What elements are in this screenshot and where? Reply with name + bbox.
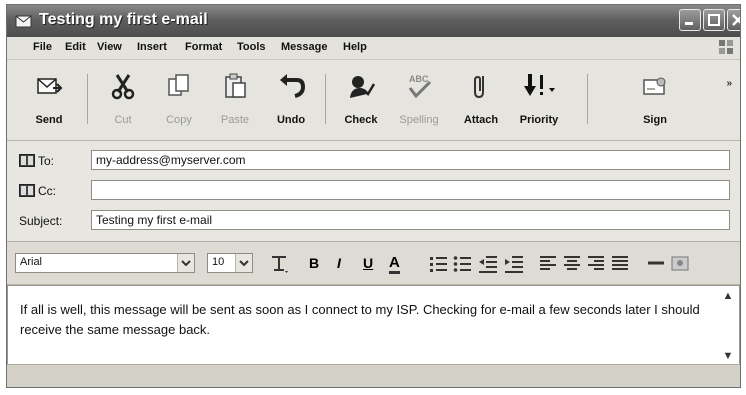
send-button[interactable]: Send [21,68,77,134]
priority-button[interactable]: Priority [511,68,567,134]
scissors-icon [109,72,137,105]
cc-row: Cc: [7,180,740,202]
subject-row: Subject: Testing my first e-mail [7,210,740,232]
menu-message[interactable]: Message [281,41,327,53]
bulleted-list-icon[interactable] [453,254,473,279]
underline-button[interactable]: U [363,255,373,271]
envelope-icon [15,13,33,29]
decrease-indent-icon[interactable] [477,254,499,279]
check-button[interactable]: Check [333,68,389,134]
digital-sign-icon [641,72,669,105]
toolbar: Send Cut Copy Paste Undo Check ABC Spell… [7,60,740,141]
menu-bar: File Edit View Insert Format Tools Messa… [7,37,740,60]
cut-button[interactable]: Cut [95,68,151,134]
chevron-down-icon [235,254,252,272]
spelling-button[interactable]: ABC Spelling [391,68,447,134]
subject-field[interactable]: Testing my first e-mail [91,210,730,230]
close-button[interactable] [727,9,740,31]
message-body-text: If all is well, this message will be sen… [20,302,700,337]
font-select[interactable]: Arial [15,253,195,273]
undo-button[interactable]: Undo [263,68,319,134]
align-left-icon[interactable] [539,254,557,277]
toolbar-overflow-icon[interactable]: » [726,78,732,89]
to-button[interactable]: To: [19,154,54,170]
chevron-down-icon [177,254,194,272]
sign-button[interactable]: Sign [627,68,683,134]
paste-button[interactable]: Paste [207,68,263,134]
font-color-button[interactable]: A [389,254,400,274]
formatting-bar: Arial 10 B I U A [7,242,740,285]
numbered-list-icon[interactable] [429,254,449,279]
horizontal-line-icon[interactable] [647,254,665,277]
cc-field[interactable] [91,180,730,200]
minimize-button[interactable] [679,9,701,31]
windows-logo-icon [718,39,734,60]
compose-window: Testing my first e-mail File Edit View I… [6,4,741,388]
menu-tools[interactable]: Tools [237,41,266,53]
toolbar-separator [87,74,88,124]
address-book-icon [19,154,35,170]
menu-file[interactable]: File [33,41,52,53]
window-title: Testing my first e-mail [39,11,208,28]
toolbar-separator [587,74,588,124]
copy-button[interactable]: Copy [151,68,207,134]
menu-insert[interactable]: Insert [137,41,167,53]
title-bar[interactable]: Testing my first e-mail [7,5,740,37]
scroll-up-icon[interactable]: ▲ [721,290,735,302]
scroll-down-icon[interactable]: ▼ [721,350,735,362]
paste-icon [221,72,249,105]
send-icon [35,72,63,105]
toolbar-separator [325,74,326,124]
increase-indent-icon[interactable] [503,254,525,279]
font-size-select[interactable]: 10 [207,253,253,273]
cc-button[interactable]: Cc: [19,184,56,200]
attach-button[interactable]: Attach [453,68,509,134]
address-book-icon [19,184,35,200]
undo-icon [277,72,306,105]
menu-format[interactable]: Format [185,41,222,53]
bold-button[interactable]: B [309,255,319,271]
copy-icon [165,72,193,105]
check-names-icon [347,72,376,105]
menu-help[interactable]: Help [343,41,367,53]
italic-button[interactable]: I [337,255,341,271]
menu-view[interactable]: View [97,41,122,53]
header-fields: To: my-address@myserver.com Cc: Subject:… [7,141,740,242]
justify-icon[interactable] [611,254,629,277]
to-field[interactable]: my-address@myserver.com [91,150,730,170]
to-row: To: my-address@myserver.com [7,150,740,172]
subject-label: Subject: [19,214,63,228]
paperclip-icon [467,72,495,105]
spelling-icon: ABC [404,72,434,105]
maximize-button[interactable] [703,9,725,31]
svg-text:ABC: ABC [409,74,429,84]
status-bar [7,364,740,387]
insert-picture-icon[interactable] [671,254,689,277]
align-right-icon[interactable] [587,254,605,277]
align-center-icon[interactable] [563,254,581,277]
paragraph-style-icon[interactable] [269,254,291,281]
menu-edit[interactable]: Edit [65,41,86,53]
priority-icon [522,72,556,105]
message-body[interactable]: If all is well, this message will be sen… [7,285,740,367]
